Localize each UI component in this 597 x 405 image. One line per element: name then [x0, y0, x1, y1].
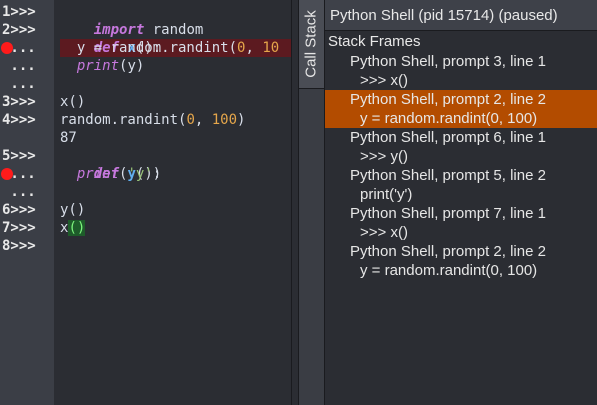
code-line: print('y'): [76, 166, 162, 182]
stack-frame[interactable]: Python Shell, prompt 2, line 2 y = random…: [325, 242, 597, 280]
stack-frame-location: Python Shell, prompt 2, line 2: [350, 243, 546, 260]
code-line: random.randint(0, 100): [60, 112, 246, 128]
line-number: [0, 129, 54, 147]
stack-frame[interactable]: Python Shell, prompt 7, line 1 >>> x(): [325, 204, 597, 242]
stack-frame-location: Python Shell, prompt 5, line 2: [350, 167, 546, 184]
stack-frame-code: y = random.randint(0, 100): [360, 110, 538, 127]
line-number: 8>>>: [2, 238, 36, 254]
code-line-current: y = random.randint(0, 10: [76, 40, 280, 56]
line-number: 3>>>: [2, 94, 36, 110]
side-tab-strip: Call Stack: [299, 0, 325, 405]
stack-frame-selected[interactable]: Python Shell, prompt 2, line 2 y = random…: [325, 90, 597, 128]
stack-frame[interactable]: Python Shell, prompt 3, line 1 >>> x(): [325, 52, 597, 90]
tab-call-stack[interactable]: Call Stack: [299, 0, 324, 89]
stack-frame-code: >>> x(): [360, 224, 408, 241]
line-number: 2>>>: [2, 22, 36, 38]
stack-frame-code: >>> y(): [360, 148, 408, 165]
line-number: 6>>>: [2, 202, 36, 218]
stack-frame[interactable]: Python Shell, prompt 6, line 1 >>> y(): [325, 128, 597, 166]
code-line: y(): [60, 202, 86, 218]
code-line: x(): [60, 94, 86, 110]
line-number: ...: [2, 166, 36, 182]
line-number-gutter: 1>>> 2>>> ... ... ... 3>>> 4>>> 5>>> ... ...…: [0, 0, 54, 405]
line-number: ...: [2, 76, 36, 92]
stack-frame-location: Python Shell, prompt 6, line 1: [350, 129, 546, 146]
pane-splitter[interactable]: [291, 0, 299, 405]
line-number: 1>>>: [2, 4, 36, 20]
stack-frame-code: >>> x(): [360, 72, 408, 89]
line-number: 5>>>: [2, 148, 36, 164]
line-number: ...: [2, 58, 36, 74]
line-number: ...: [2, 184, 36, 200]
matched-parentheses: (): [68, 220, 86, 236]
stack-frame-code: y = random.randint(0, 100): [360, 262, 538, 279]
code-line-cursor: x(): [60, 220, 86, 236]
call-stack-panel: Python Shell (pid 15714) (paused) Stack …: [325, 0, 597, 405]
stack-frame[interactable]: Python Shell, prompt 5, line 2 print('y'): [325, 166, 597, 204]
line-number: 7>>>: [2, 220, 36, 236]
code-line: def x():: [93, 40, 162, 56]
tab-call-stack-label: Call Stack: [302, 10, 320, 78]
stack-frame-location: Python Shell, prompt 3, line 1: [350, 53, 546, 70]
shell-editor[interactable]: import random def x(): y = random.randin…: [54, 0, 291, 405]
code-line: print(y): [76, 58, 145, 74]
code-line: import random: [93, 22, 204, 38]
process-selector[interactable]: Python Shell (pid 15714) (paused): [325, 0, 597, 31]
code-line: def y():: [93, 166, 162, 182]
line-number: ...: [2, 40, 36, 56]
stack-frame-code: print('y'): [360, 186, 413, 203]
stack-frame-location: Python Shell, prompt 2, line 2: [350, 91, 546, 108]
output-line: 87: [60, 130, 77, 146]
stack-frame-location: Python Shell, prompt 7, line 1: [350, 205, 546, 222]
stack-frames-header: Stack Frames: [328, 33, 421, 50]
line-number: 4>>>: [2, 112, 36, 128]
